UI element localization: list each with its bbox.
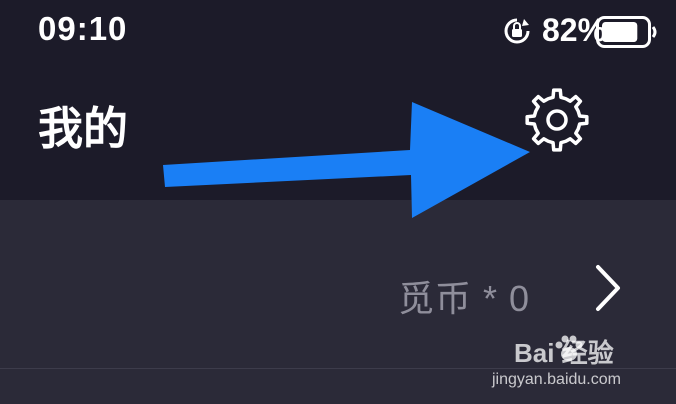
battery-icon — [596, 16, 657, 48]
gear-outline — [525, 88, 589, 152]
watermark-url: jingyan.baidu.com — [492, 371, 621, 388]
coins-label: 觅币 * 0 — [398, 278, 531, 319]
top-header: 09:10 82% 我的 — [0, 0, 676, 200]
chevron-right-icon — [596, 265, 620, 311]
paw-icon — [555, 335, 583, 361]
status-time: 09:10 — [38, 10, 128, 47]
page-title: 我的 — [38, 103, 129, 154]
gear-icon[interactable] — [522, 85, 592, 155]
rotation-lock-icon — [504, 18, 530, 44]
baidu-watermark: Bai 经验 jingyan.baidu.com — [492, 327, 652, 397]
